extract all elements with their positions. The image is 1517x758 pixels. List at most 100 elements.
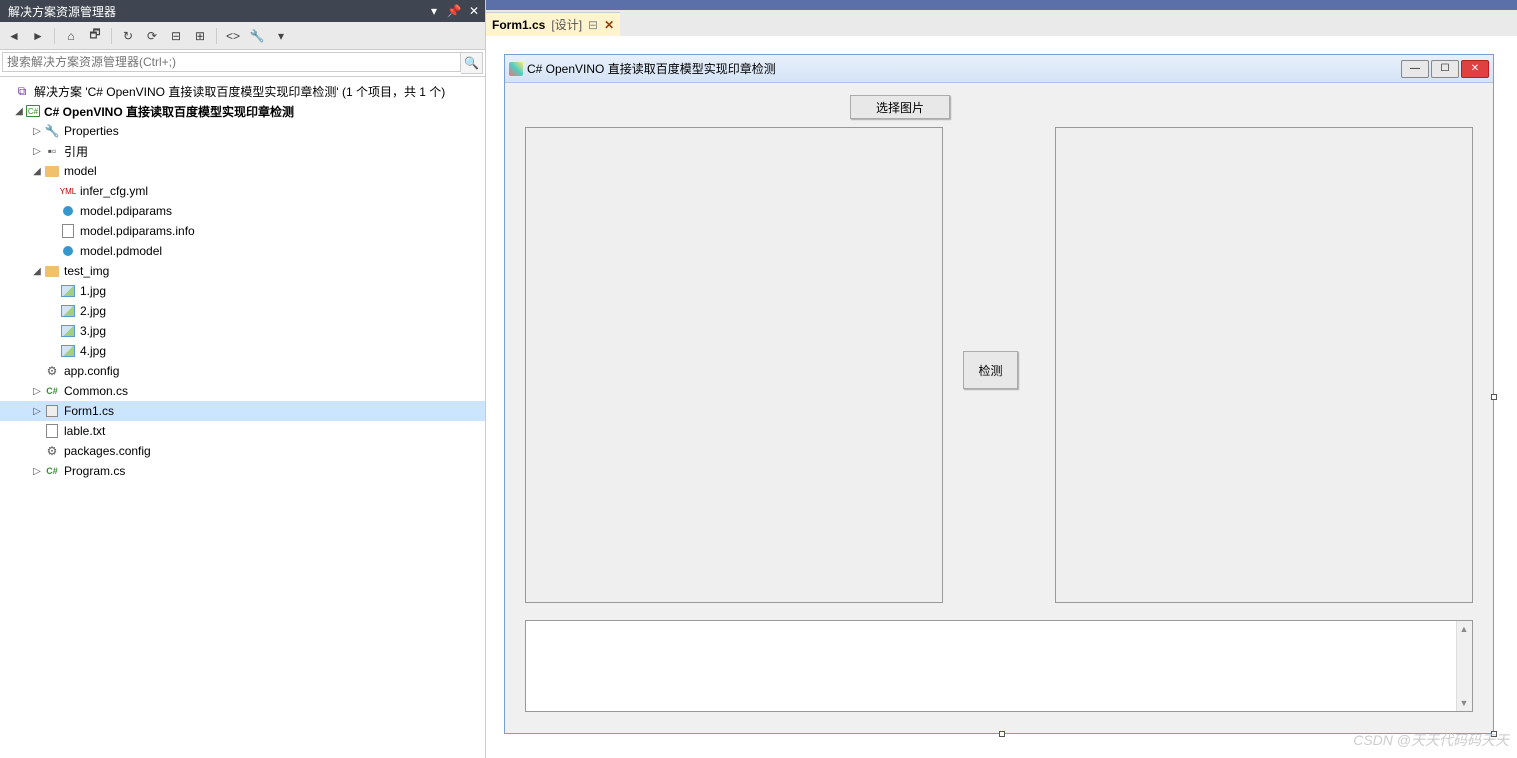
forward-icon[interactable]: ► bbox=[28, 26, 48, 46]
picturebox-left[interactable] bbox=[525, 127, 943, 603]
collapse-arrow-icon[interactable]: ▷ bbox=[30, 464, 44, 478]
winform-preview[interactable]: C# OpenVINO 直接读取百度模型实现印章检测 — ☐ ✕ 选择图片 bbox=[504, 54, 1494, 734]
tab-suffix: [设计] bbox=[551, 16, 582, 33]
solution-label: 解决方案 'C# OpenVINO 直接读取百度模型实现印章检测' (1 个项目… bbox=[34, 83, 445, 100]
file-pdiparams-info[interactable]: model.pdiparams.info bbox=[0, 221, 485, 241]
form-icon bbox=[44, 403, 60, 419]
resize-handle[interactable] bbox=[1491, 394, 1497, 400]
file-form1-cs[interactable]: ▷ Form1.cs bbox=[0, 401, 485, 421]
back-icon[interactable]: ◄ bbox=[4, 26, 24, 46]
image-icon bbox=[60, 323, 76, 339]
project-node[interactable]: ◢ C# C# OpenVINO 直接读取百度模型实现印章检测 bbox=[0, 101, 485, 121]
collapse-arrow-icon[interactable]: ▷ bbox=[30, 124, 44, 138]
config-icon: ⚙ bbox=[44, 443, 60, 459]
file-icon bbox=[60, 223, 76, 239]
separator bbox=[54, 28, 55, 44]
collapse-icon[interactable]: ⊟ bbox=[166, 26, 186, 46]
yml-icon: YML bbox=[60, 183, 76, 199]
solution-explorer-header: 解决方案资源管理器 ▾ 📌 ✕ bbox=[0, 0, 485, 22]
select-image-button[interactable]: 选择图片 bbox=[850, 95, 950, 119]
solution-tree: ⧉ 解决方案 'C# OpenVINO 直接读取百度模型实现印章检测' (1 个… bbox=[0, 77, 485, 758]
app-icon bbox=[509, 62, 523, 76]
close-icon[interactable]: ✕ bbox=[604, 18, 614, 32]
separator bbox=[216, 28, 217, 44]
winform-titlebar: C# OpenVINO 直接读取百度模型实现印章检测 — ☐ ✕ bbox=[505, 55, 1493, 83]
tab-label: Form1.cs bbox=[492, 18, 545, 32]
blob-icon bbox=[60, 203, 76, 219]
form-body: 选择图片 检测 ▲ ▼ bbox=[505, 83, 1493, 733]
file-packages-config[interactable]: ⚙ packages.config bbox=[0, 441, 485, 461]
search-input[interactable] bbox=[2, 52, 461, 72]
search-button[interactable]: 🔍 bbox=[461, 52, 483, 74]
wrench-icon: 🔧 bbox=[44, 123, 60, 139]
collapse-arrow-icon[interactable]: ▷ bbox=[30, 404, 44, 418]
more-icon[interactable]: ▾ bbox=[271, 26, 291, 46]
file-lable-txt[interactable]: lable.txt bbox=[0, 421, 485, 441]
file-program-cs[interactable]: ▷ C# Program.cs bbox=[0, 461, 485, 481]
folder-test-img[interactable]: ◢ test_img bbox=[0, 261, 485, 281]
collapse-arrow-icon[interactable]: ▷ bbox=[30, 384, 44, 398]
image-icon bbox=[60, 343, 76, 359]
file-common-cs[interactable]: ▷ C# Common.cs bbox=[0, 381, 485, 401]
file-pdiparams[interactable]: model.pdiparams bbox=[0, 201, 485, 221]
show-all-icon[interactable]: ⊞ bbox=[190, 26, 210, 46]
scroll-up-icon[interactable]: ▲ bbox=[1456, 621, 1472, 637]
folder-model[interactable]: ◢ model bbox=[0, 161, 485, 181]
csharp-icon: C# bbox=[44, 383, 60, 399]
solution-node[interactable]: ⧉ 解决方案 'C# OpenVINO 直接读取百度模型实现印章检测' (1 个… bbox=[0, 81, 485, 101]
file-2jpg[interactable]: 2.jpg bbox=[0, 301, 485, 321]
sync-icon[interactable]: ↻ bbox=[118, 26, 138, 46]
expand-arrow-icon[interactable]: ◢ bbox=[30, 164, 44, 178]
references-node[interactable]: ▷ ▪▫ 引用 bbox=[0, 141, 485, 161]
collapse-arrow-icon[interactable]: ▷ bbox=[30, 144, 44, 158]
output-textbox[interactable]: ▲ ▼ bbox=[525, 620, 1473, 712]
maximize-button[interactable]: ☐ bbox=[1431, 60, 1459, 78]
references-icon: ▪▫ bbox=[44, 143, 60, 159]
expand-arrow-icon[interactable]: ◢ bbox=[30, 264, 44, 278]
solution-icon: ⧉ bbox=[14, 83, 30, 99]
scroll-down-icon[interactable]: ▼ bbox=[1456, 695, 1472, 711]
file-3jpg[interactable]: 3.jpg bbox=[0, 321, 485, 341]
file-4jpg[interactable]: 4.jpg bbox=[0, 341, 485, 361]
panel-title: 解决方案资源管理器 bbox=[4, 3, 116, 20]
file-app-config[interactable]: ⚙ app.config bbox=[0, 361, 485, 381]
pin-icon[interactable]: 📌 bbox=[447, 4, 461, 18]
dropdown-icon[interactable]: ▾ bbox=[427, 4, 441, 18]
expand-arrow-icon[interactable]: ◢ bbox=[12, 104, 26, 118]
separator bbox=[111, 28, 112, 44]
pin-icon[interactable]: ⊟ bbox=[588, 18, 598, 32]
csharp-project-icon: C# bbox=[26, 105, 40, 117]
project-label: C# OpenVINO 直接读取百度模型实现印章检测 bbox=[44, 103, 294, 120]
resize-handle[interactable] bbox=[999, 731, 1005, 737]
file-infer-cfg[interactable]: YML infer_cfg.yml bbox=[0, 181, 485, 201]
config-icon: ⚙ bbox=[44, 363, 60, 379]
folder-icon bbox=[44, 163, 60, 179]
file-icon bbox=[44, 423, 60, 439]
minimize-button[interactable]: — bbox=[1401, 60, 1429, 78]
scrollbar[interactable]: ▲ ▼ bbox=[1456, 621, 1472, 711]
home-icon[interactable]: ⌂ bbox=[61, 26, 81, 46]
blob-icon bbox=[60, 243, 76, 259]
close-button[interactable]: ✕ bbox=[1461, 60, 1489, 78]
csharp-icon: C# bbox=[44, 463, 60, 479]
view-code-icon[interactable]: <> bbox=[223, 26, 243, 46]
folder-icon bbox=[44, 263, 60, 279]
tab-bar: Form1.cs [设计] ⊟ ✕ bbox=[486, 10, 1517, 36]
file-pdmodel[interactable]: model.pdmodel bbox=[0, 241, 485, 261]
close-icon[interactable]: ✕ bbox=[467, 4, 481, 18]
properties-node[interactable]: ▷ 🔧 Properties bbox=[0, 121, 485, 141]
watermark: CSDN @天天代码码天天 bbox=[1353, 730, 1509, 750]
refresh-icon[interactable]: ⟳ bbox=[142, 26, 162, 46]
file-1jpg[interactable]: 1.jpg bbox=[0, 281, 485, 301]
image-icon bbox=[60, 303, 76, 319]
document-area: Form1.cs [设计] ⊟ ✕ C# OpenVINO 直接读取百度模型实现… bbox=[486, 0, 1517, 758]
designer-surface[interactable]: C# OpenVINO 直接读取百度模型实现印章检测 — ☐ ✕ 选择图片 bbox=[486, 36, 1517, 758]
picturebox-right[interactable] bbox=[1055, 127, 1473, 603]
image-icon bbox=[60, 283, 76, 299]
solution-toolbar: ◄ ► ⌂ 🗗 ↻ ⟳ ⊟ ⊞ <> 🔧 ▾ bbox=[0, 22, 485, 50]
menu-strip bbox=[486, 0, 1517, 10]
tab-form1[interactable]: Form1.cs [设计] ⊟ ✕ bbox=[486, 12, 620, 36]
detect-button[interactable]: 检测 bbox=[963, 351, 1018, 389]
switch-view-icon[interactable]: 🗗 bbox=[85, 26, 105, 46]
properties-icon[interactable]: 🔧 bbox=[247, 26, 267, 46]
